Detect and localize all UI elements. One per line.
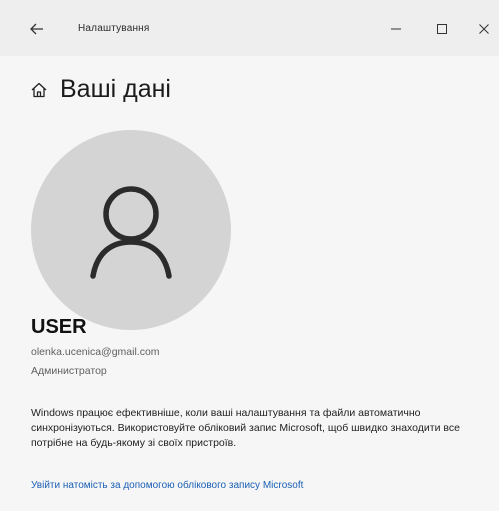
- minimize-button[interactable]: [378, 14, 414, 44]
- user-role: Администратор: [31, 365, 107, 377]
- sign-in-microsoft-link[interactable]: Увійти натомість за допомогою облікового…: [31, 480, 303, 491]
- settings-window: Налаштування Ваші дані USER olenka.uceni…: [0, 0, 499, 511]
- maximize-button[interactable]: [424, 14, 460, 44]
- title-bar: Налаштування: [0, 0, 499, 56]
- back-arrow-icon: [30, 23, 43, 35]
- avatar: [31, 130, 231, 330]
- sync-info-text: Windows працює ефективніше, коли ваші на…: [31, 407, 460, 449]
- page-header: Ваші дані: [30, 75, 171, 104]
- window-title: Налаштування: [78, 23, 150, 34]
- home-icon: [31, 82, 47, 97]
- minimize-icon: [391, 28, 401, 30]
- user-name: USER: [31, 316, 87, 338]
- page-title: Ваші дані: [60, 75, 171, 103]
- back-button[interactable]: [22, 16, 52, 42]
- user-email: olenka.ucenica@gmail.com: [31, 346, 160, 358]
- close-icon: [479, 24, 489, 34]
- close-button[interactable]: [466, 14, 499, 44]
- maximize-icon: [437, 24, 447, 34]
- user-icon: [90, 186, 172, 279]
